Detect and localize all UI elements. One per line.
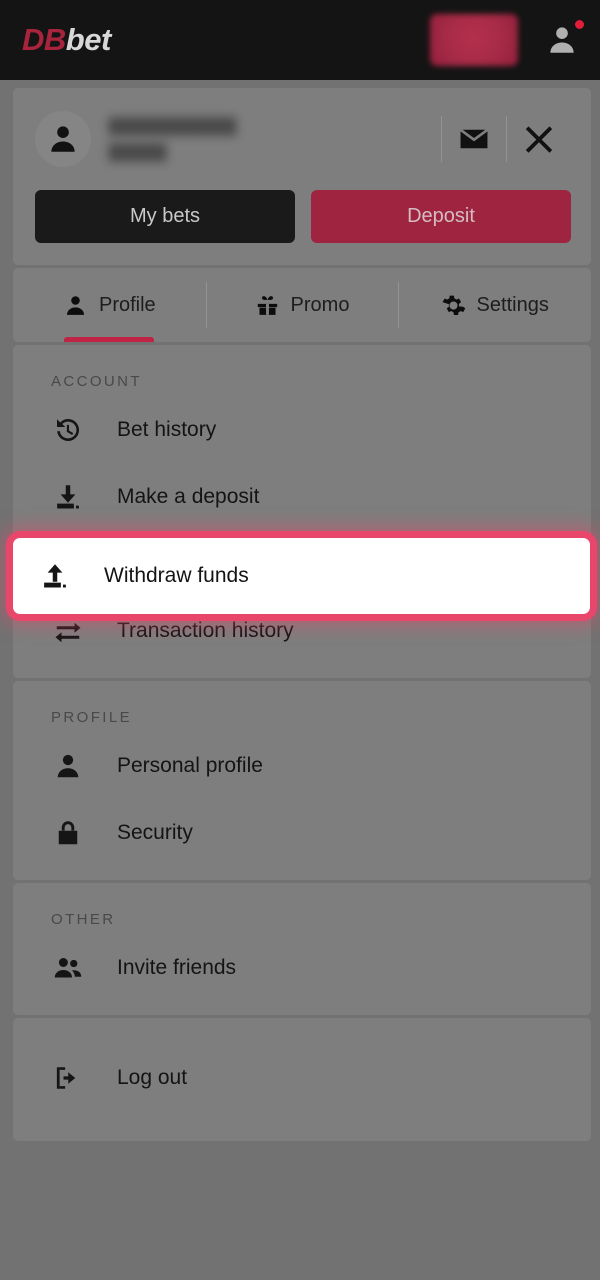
user-summary-card: ███████████ █████ My bets Deposit: [13, 88, 591, 265]
logout-icon: [56, 1066, 76, 1089]
brand-logo[interactable]: DBbet: [22, 22, 111, 58]
user-icon-wrap: [51, 749, 85, 783]
section-profile: PROFILE Personal profile Security: [13, 681, 591, 880]
tab-settings-label: Settings: [476, 293, 549, 316]
user-icon: [550, 27, 574, 53]
header-account-button[interactable]: [540, 18, 584, 62]
tab-settings[interactable]: Settings: [398, 268, 591, 342]
logo-bet-text: bet: [65, 22, 112, 57]
history-icon: [57, 418, 80, 441]
deposit-button[interactable]: Deposit: [311, 190, 571, 243]
menu-item-make-a-deposit-label: Make a deposit: [117, 484, 260, 508]
user-icon: [66, 295, 85, 315]
gear-icon: [442, 295, 465, 315]
user-icon: [57, 754, 79, 777]
people-icon-wrap: [51, 951, 85, 985]
menu-item-invite-friends[interactable]: Invite friends: [13, 934, 591, 1001]
section-logout: Log out: [13, 1018, 591, 1141]
menu-item-bet-history-label: Bet history: [117, 417, 217, 441]
logo-db-text: DB: [22, 22, 66, 57]
transfer-icon-wrap: [51, 614, 85, 648]
menu-item-make-a-deposit[interactable]: Make a deposit: [13, 463, 591, 530]
balance-redacted: █████: [109, 143, 168, 161]
menu-item-security[interactable]: Security: [13, 799, 591, 866]
user-icon: [51, 126, 75, 152]
tab-profile-label: Profile: [98, 293, 156, 316]
close-icon: [525, 126, 553, 153]
header-actions: [430, 14, 584, 66]
download-icon: [57, 484, 79, 508]
avatar[interactable]: [35, 111, 91, 167]
transfer-icon: [55, 622, 81, 642]
menu-item-invite-friends-label: Invite friends: [117, 955, 237, 979]
messages-button[interactable]: [442, 114, 506, 164]
menu-item-security-label: Security: [117, 820, 193, 844]
account-menu-panel: ███████████ █████ My bets Deposit Profil…: [13, 88, 591, 1141]
menu-item-personal-profile-label: Personal profile: [117, 753, 263, 777]
tab-promo-label: Promo: [290, 293, 350, 316]
lock-icon: [58, 820, 78, 844]
highlighted-menu-item-withdraw-funds[interactable]: Withdraw funds: [13, 538, 590, 614]
download-icon-wrap: [51, 480, 85, 514]
panel-tabs: Profile Promo Settings: [13, 268, 591, 342]
section-profile-title: PROFILE: [51, 709, 132, 726]
primary-actions: My bets Deposit: [35, 190, 571, 243]
app-header: DBbet: [0, 0, 600, 80]
user-meta: ███████████ █████: [109, 118, 441, 161]
tab-promo[interactable]: Promo: [205, 268, 399, 342]
highlighted-menu-item-label: Withdraw funds: [104, 564, 249, 587]
tab-profile[interactable]: Profile: [13, 268, 206, 342]
history-icon-wrap: [51, 413, 85, 447]
username-redacted: ███████████: [109, 117, 237, 135]
logout-icon-wrap: [51, 1061, 85, 1095]
notification-dot: [575, 20, 584, 29]
section-account: ACCOUNT Bet history Make a deposit Trans…: [13, 345, 591, 678]
user-info-row: ███████████ █████: [35, 110, 571, 168]
section-other: OTHER Invite friends: [13, 883, 591, 1015]
envelope-icon: [459, 128, 489, 149]
close-panel-button[interactable]: [507, 114, 571, 164]
gift-icon: [257, 295, 277, 315]
app-screen: DBbet ███████████ █████ My bets Deposit …: [0, 0, 600, 1280]
menu-item-transaction-history-label: Transaction history: [117, 618, 294, 642]
upload-icon: [44, 564, 66, 588]
people-icon: [54, 957, 82, 977]
upload-icon-wrap: [38, 559, 72, 593]
my-bets-button[interactable]: My bets: [35, 190, 295, 243]
menu-item-log-out-label: Log out: [117, 1065, 188, 1089]
header-action-button[interactable]: [430, 14, 518, 66]
menu-item-log-out[interactable]: Log out: [13, 1044, 591, 1111]
section-account-title: ACCOUNT: [51, 373, 142, 390]
menu-item-bet-history[interactable]: Bet history: [13, 396, 591, 463]
lock-icon-wrap: [51, 816, 85, 850]
section-other-title: OTHER: [51, 911, 116, 928]
menu-item-personal-profile[interactable]: Personal profile: [13, 732, 591, 799]
